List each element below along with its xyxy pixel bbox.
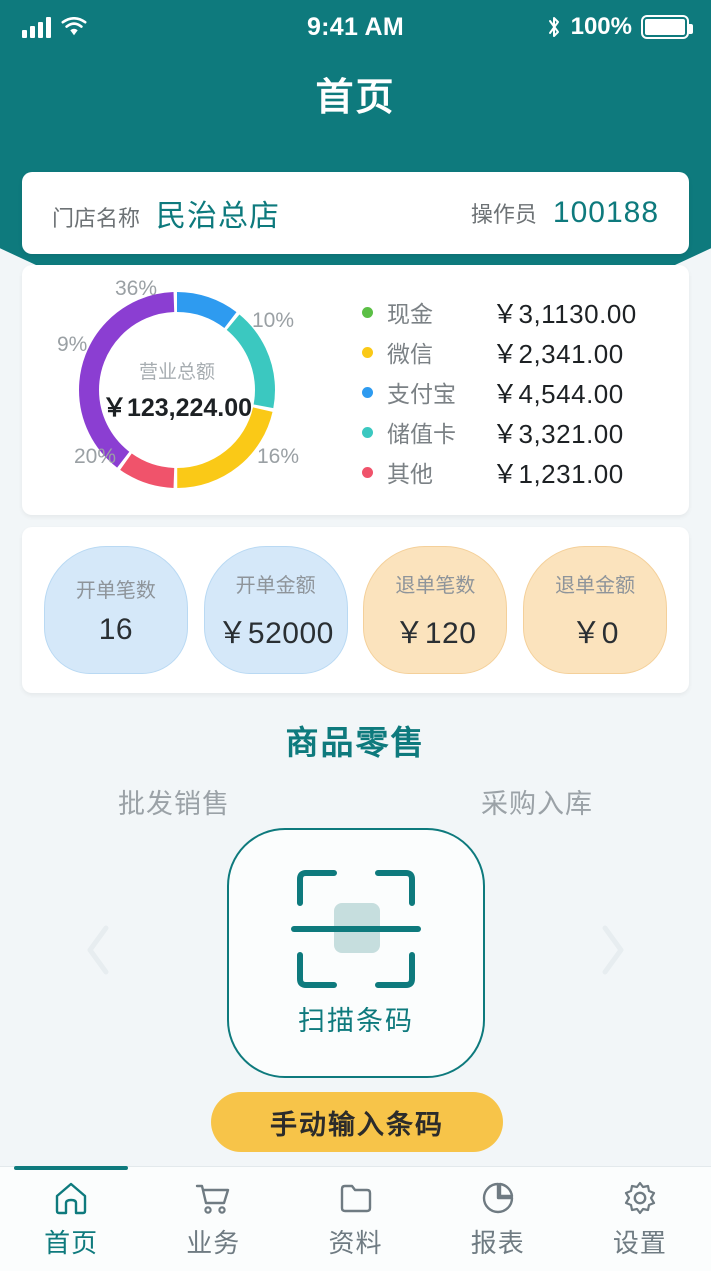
status-bar: 9:41 AM 100%: [0, 0, 711, 54]
legend-value: ￥1,231.00: [492, 458, 624, 489]
home-icon: [55, 1182, 87, 1214]
legend-value: ￥4,544.00: [492, 378, 624, 409]
tab-folder[interactable]: 资料: [284, 1167, 426, 1271]
legend-color-dot: [362, 426, 373, 438]
carousel-prev-label[interactable]: 批发销售: [118, 782, 230, 821]
legend-item: 储值卡 ￥3,321.00: [362, 412, 689, 452]
stat-label: 退单笔数: [395, 574, 476, 597]
donut-pct-label-blue: 10%: [252, 309, 295, 332]
chevron-left-icon[interactable]: [84, 924, 114, 976]
tab-gear[interactable]: 设置: [569, 1167, 711, 1271]
operator-label: 操作员: [470, 202, 537, 227]
store-info-card[interactable]: 门店名称 民治总店 操作员 100188: [22, 172, 689, 254]
stat-value: 16: [98, 612, 134, 646]
battery-full-icon: [641, 15, 693, 39]
tab-chart-pie[interactable]: 报表: [427, 1167, 569, 1271]
stat-label: 开单金额: [235, 574, 316, 597]
tab-cart[interactable]: 业务: [142, 1167, 284, 1271]
stat-pill[interactable]: 开单笔数 16: [43, 546, 188, 674]
tab-label: 设置: [612, 1227, 667, 1258]
legend-color-dot: [362, 346, 373, 358]
legend-color-dot: [362, 306, 373, 318]
tab-home[interactable]: 首页: [0, 1166, 142, 1271]
page-title: 首页: [315, 77, 396, 119]
legend-item: 支付宝 ￥4,544.00: [362, 372, 689, 412]
app-screen: 9:41 AM 100% 首页 门店名称 民治总店 操作员 100188 营业总…: [0, 0, 711, 1271]
legend-value: ￥3,1130.00: [492, 298, 637, 329]
donut-pct-label-yellow: 20%: [74, 445, 117, 468]
tab-label: 报表: [470, 1227, 525, 1258]
stat-value: ￥120: [394, 616, 477, 650]
module-carousel: 商品零售 批发销售 采购入库 扫描条码: [0, 716, 711, 1086]
bottom-tab-bar: 首页 业务 资料 报表 设置: [0, 1166, 711, 1271]
legend-label: 其他: [387, 461, 433, 487]
manual-barcode-button[interactable]: 手动输入条码: [211, 1092, 503, 1152]
stat-value: ￥0: [571, 616, 619, 650]
donut-pct-label-pink: 9%: [57, 333, 88, 356]
operator-field: 操作员 100188: [471, 196, 659, 230]
scan-barcode-card[interactable]: 扫描条码: [227, 828, 485, 1078]
legend-label: 储值卡: [387, 421, 456, 447]
legend-item: 其他 ￥1,231.00: [362, 452, 689, 492]
donut-pct-label-purple: 36%: [115, 277, 158, 300]
legend-item: 现金 ￥3,1130.00: [362, 292, 689, 332]
stat-pill[interactable]: 开单金额 ￥52000: [203, 546, 348, 674]
tab-label: 资料: [328, 1227, 383, 1258]
gear-icon: [624, 1181, 656, 1214]
carousel-next-label[interactable]: 采购入库: [481, 782, 593, 821]
barcode-scan-icon: [291, 869, 421, 988]
legend-value: ￥2,341.00: [492, 338, 624, 369]
donut-chart: 营业总额 ￥123,224.00 36% 10% 16% 20% 9%: [22, 265, 352, 515]
donut-pct-label-teal: 16%: [257, 445, 300, 468]
store-name-field: 门店名称 民治总店: [52, 191, 280, 235]
store-name-value: 民治总店: [156, 200, 281, 233]
operator-value: 100188: [552, 196, 659, 229]
stat-label: 退单金额: [555, 574, 636, 597]
stat-pill[interactable]: 退单笔数 ￥120: [363, 546, 508, 674]
payment-legend: 现金 ￥3,1130.00 微信 ￥2,341.00 支付宝 ￥4,544.00 储值卡 ￥3…: [352, 265, 689, 515]
legend-label: 支付宝: [387, 381, 456, 407]
chart-pie-icon: [482, 1182, 513, 1213]
legend-item: 微信 ￥2,341.00: [362, 332, 689, 372]
tab-label: 首页: [44, 1227, 99, 1258]
tab-label: 业务: [186, 1227, 241, 1258]
legend-value: ￥3,321.00: [492, 418, 624, 449]
legend-color-dot: [362, 466, 373, 478]
chevron-right-icon[interactable]: [597, 924, 627, 976]
cart-icon: [196, 1184, 230, 1214]
folder-icon: [340, 1184, 371, 1212]
stats-card: 开单笔数 16 开单金额 ￥52000 退单笔数 ￥120 退单金额 ￥0: [22, 527, 689, 693]
legend-label: 现金: [387, 301, 433, 327]
legend-label: 微信: [387, 341, 433, 367]
stat-pill[interactable]: 退单金额 ￥0: [523, 546, 668, 674]
status-time: 9:41 AM: [306, 12, 405, 41]
sales-summary-card: 营业总额 ￥123,224.00 36% 10% 16% 20% 9% 现金 ￥3…: [22, 265, 689, 515]
store-name-label: 门店名称: [52, 206, 141, 231]
carousel-active-title: 商品零售: [285, 724, 426, 761]
stat-value: ￥52000: [217, 616, 334, 650]
stat-label: 开单笔数: [75, 579, 156, 602]
scan-barcode-label: 扫描条码: [298, 1005, 414, 1036]
legend-color-dot: [362, 386, 373, 398]
